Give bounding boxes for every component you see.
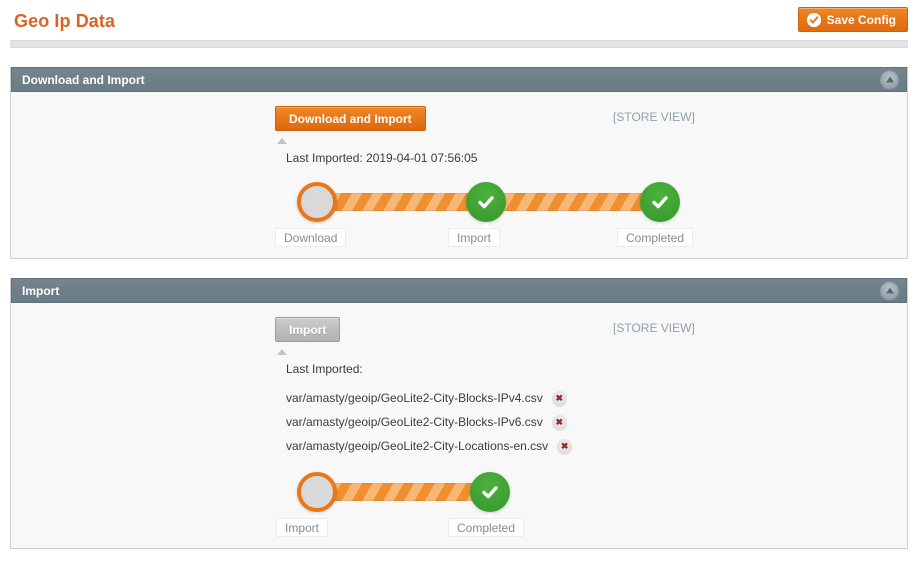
chevron-up-icon[interactable] xyxy=(881,71,898,88)
last-imported-download-and-import: Last Imported: 2019-04-01 07:56:05 xyxy=(286,151,478,165)
import-button[interactable]: Import xyxy=(275,317,341,342)
step-node-import[interactable] xyxy=(297,472,337,512)
step-node-download[interactable] xyxy=(297,182,337,222)
list-item: var/amasty/geoip/GeoLite2-City-Locations… xyxy=(286,434,907,458)
check-circle-icon xyxy=(806,12,821,27)
header-divider xyxy=(10,40,908,48)
step-label-completed: Completed xyxy=(448,518,525,537)
download-and-import-button[interactable]: Download and Import xyxy=(275,106,426,131)
stepper-track-2 xyxy=(491,193,661,211)
step-node-completed[interactable] xyxy=(470,472,510,512)
step-label-completed: Completed xyxy=(617,228,694,247)
page-header: Geo Ip Data Save Config xyxy=(0,0,918,40)
step-label-download: Download xyxy=(275,228,347,247)
chevron-up-glyph xyxy=(885,287,894,294)
panel-body-download-and-import: Download and Import [STORE VIEW] Last Im… xyxy=(11,92,907,258)
panel-import: Import Import [STORE VIEW] Last Imported… xyxy=(10,278,908,549)
save-config-button[interactable]: Save Config xyxy=(797,7,908,32)
panel-header-import[interactable]: Import xyxy=(11,278,907,303)
tooltip-arrow-download-and-import xyxy=(277,138,287,144)
last-imported-import: Last Imported: xyxy=(286,362,363,376)
stepper-track-1 xyxy=(317,193,487,211)
save-config-label: Save Config xyxy=(826,12,896,27)
tooltip-arrow-import xyxy=(277,349,287,355)
chevron-up-icon[interactable] xyxy=(881,282,898,299)
file-path: var/amasty/geoip/GeoLite2-City-Blocks-IP… xyxy=(286,415,543,429)
panel-title-download-and-import: Download and Import xyxy=(22,72,145,87)
delete-x-icon[interactable]: ✖ xyxy=(551,414,567,430)
file-path: var/amasty/geoip/GeoLite2-City-Locations… xyxy=(286,439,549,453)
list-item: var/amasty/geoip/GeoLite2-City-Blocks-IP… xyxy=(286,410,907,434)
panel-body-import: Import [STORE VIEW] Last Imported: var/a… xyxy=(11,303,907,548)
delete-x-icon[interactable]: ✖ xyxy=(551,390,567,406)
step-label-import: Import xyxy=(276,518,329,537)
import-button-label: Import xyxy=(289,322,327,337)
list-item: var/amasty/geoip/GeoLite2-City-Blocks-IP… xyxy=(286,386,907,410)
page-title: Geo Ip Data xyxy=(14,11,116,31)
panel-title-import: Import xyxy=(22,283,60,298)
panel-download-and-import: Download and Import Download and Import … xyxy=(10,67,908,259)
scope-label-download-and-import: [STORE VIEW] xyxy=(613,110,695,124)
stepper-track-1 xyxy=(317,483,487,501)
stepper-download-and-import: Download Import Completed xyxy=(11,182,907,247)
stepper-import: Import Completed xyxy=(11,472,907,537)
imported-file-list: var/amasty/geoip/GeoLite2-City-Blocks-IP… xyxy=(286,386,907,458)
step-node-completed[interactable] xyxy=(640,182,680,222)
scope-label-import: [STORE VIEW] xyxy=(613,321,695,335)
step-node-import[interactable] xyxy=(466,182,506,222)
download-and-import-button-label: Download and Import xyxy=(289,111,412,126)
action-row-download-and-import: Download and Import [STORE VIEW] xyxy=(275,106,907,132)
delete-x-icon[interactable]: ✖ xyxy=(557,438,573,454)
action-row-import: Import [STORE VIEW] xyxy=(275,317,907,343)
chevron-up-glyph xyxy=(885,76,894,83)
file-path: var/amasty/geoip/GeoLite2-City-Blocks-IP… xyxy=(286,391,543,405)
step-label-import: Import xyxy=(448,228,501,247)
panel-header-download-and-import[interactable]: Download and Import xyxy=(11,67,907,92)
